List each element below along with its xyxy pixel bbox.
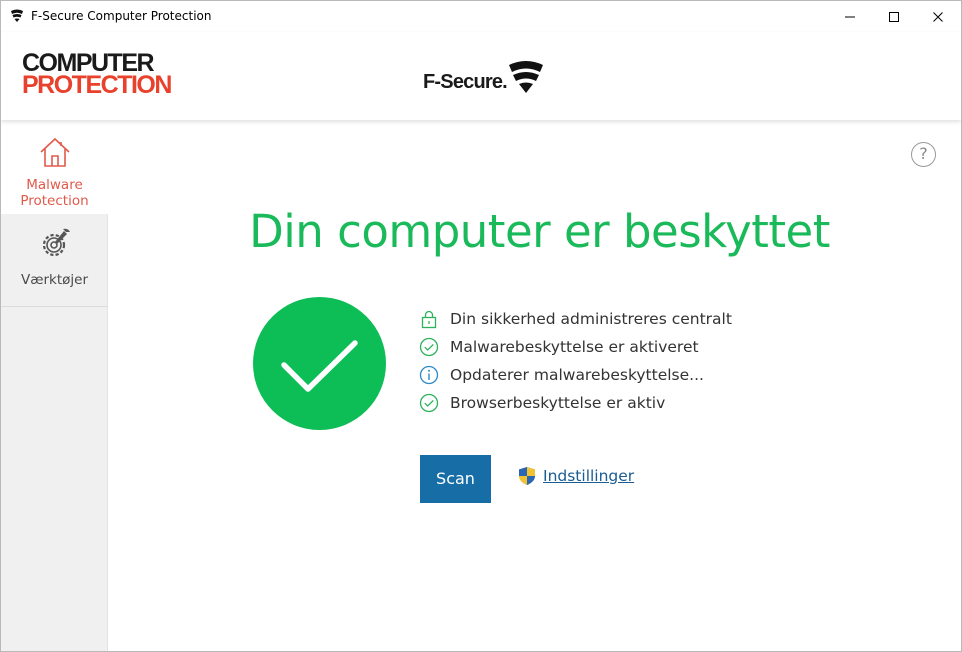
info-icon <box>419 365 439 385</box>
help-button[interactable]: ? <box>911 142 936 167</box>
sidebar-label-protection: Protection <box>20 193 89 209</box>
sidebar-label-tools: Værktøjer <box>20 272 89 288</box>
app-header: COMPUTER PROTECTION F-Secure. <box>1 32 961 120</box>
tools-icon <box>42 228 70 257</box>
status-headline: Din computer er beskyttet <box>249 205 830 258</box>
vendor-logo-text: F-Secure. <box>423 70 508 93</box>
status-item-malware: Malwarebeskyttelse er aktiveret <box>419 333 732 361</box>
sidebar: Malware Protection Værktøjer <box>1 120 108 651</box>
checkmark-icon <box>281 340 358 392</box>
f-secure-shield-icon <box>508 61 543 93</box>
window-title: F-Secure Computer Protection <box>31 9 212 23</box>
settings-link[interactable]: Indstillinger <box>518 466 634 486</box>
uac-shield-icon <box>519 467 535 485</box>
title-bar[interactable]: F-Secure Computer Protection <box>1 1 961 32</box>
app-window: F-Secure Computer Protection COMPUTER PR… <box>0 0 962 652</box>
minimize-button[interactable] <box>827 1 873 32</box>
maximize-icon <box>889 11 899 22</box>
status-item-updating: Opdaterer malwarebeskyttelse... <box>419 361 732 389</box>
f-secure-app-icon <box>11 9 23 22</box>
check-circle-icon <box>419 337 439 357</box>
sidebar-item-tools[interactable]: Værktøjer <box>1 214 108 307</box>
status-item-managed: Din sikkerhed administreres centralt <box>419 305 732 333</box>
close-button[interactable] <box>915 1 961 32</box>
status-text: Browserbeskyttelse er aktiv <box>450 394 666 412</box>
status-item-browser: Browserbeskyttelse er aktiv <box>419 389 732 417</box>
close-icon <box>933 11 943 22</box>
logo-line-2: PROTECTION <box>22 71 172 99</box>
lock-icon <box>421 310 437 329</box>
status-list: Din sikkerhed administreres centralt Mal… <box>419 305 732 417</box>
status-text: Malwarebeskyttelse er aktiveret <box>450 338 699 356</box>
sidebar-item-malware-protection[interactable]: Malware Protection <box>1 120 108 214</box>
computer-protection-logo: COMPUTER PROTECTION <box>22 51 192 102</box>
f-secure-logo: F-Secure. <box>423 54 545 100</box>
protected-status-indicator <box>253 297 386 430</box>
scan-button[interactable]: Scan <box>420 455 491 503</box>
main-panel: ? Din computer er beskyttet Din sikkerhe… <box>108 120 961 651</box>
check-circle-icon <box>419 393 439 413</box>
status-text: Opdaterer malwarebeskyttelse... <box>450 366 704 384</box>
status-text: Din sikkerhed administreres centralt <box>450 310 732 328</box>
maximize-button[interactable] <box>871 1 917 32</box>
minimize-icon <box>845 16 855 17</box>
sidebar-label-malware: Malware <box>26 177 83 193</box>
home-icon <box>39 137 70 167</box>
settings-link-label: Indstillinger <box>543 467 635 485</box>
